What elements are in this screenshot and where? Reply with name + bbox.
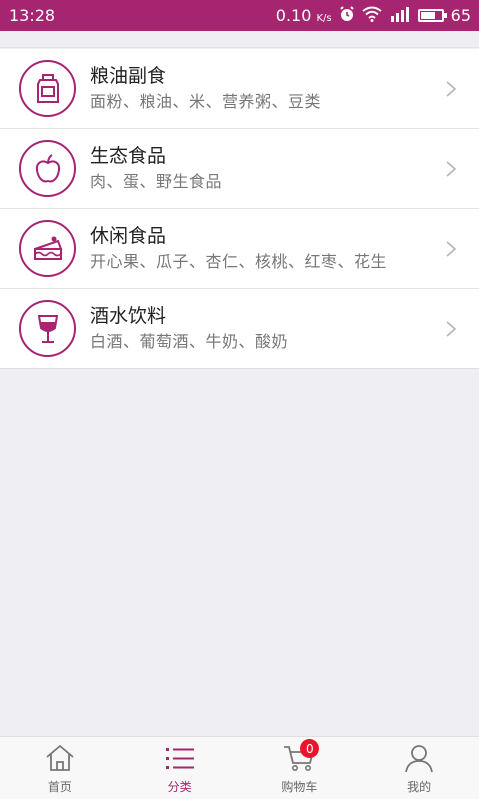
category-subtitle: 白酒、葡萄酒、牛奶、酸奶 — [90, 332, 289, 351]
status-time: 13:28 — [9, 6, 56, 25]
category-item-grain-oil[interactable]: 粮油副食 面粉、粮油、米、营养粥、豆类 — [0, 49, 479, 129]
category-subtitle: 肉、蛋、野生食品 — [90, 172, 223, 191]
nav-category[interactable]: 分类 — [120, 737, 240, 799]
list-icon — [163, 742, 197, 774]
cart-badge: 0 — [300, 739, 320, 758]
status-bar: 13:28 0.10 K/s 65 — [0, 0, 479, 31]
nav-label: 首页 — [47, 780, 72, 794]
battery-level: 65 — [450, 6, 471, 25]
chevron-right-icon — [446, 80, 457, 97]
category-title: 休闲食品 — [90, 225, 167, 247]
nav-label: 我的 — [407, 780, 432, 794]
nav-mine[interactable]: 我的 — [359, 737, 479, 799]
nav-label: 购物车 — [281, 780, 318, 794]
wine-glass-icon — [19, 300, 76, 357]
user-icon — [402, 742, 436, 774]
top-spacer — [0, 31, 479, 48]
apple-icon — [19, 140, 76, 197]
chevron-right-icon — [446, 160, 457, 177]
network-speed: 0.10 K/s — [275, 6, 332, 25]
wifi-icon — [362, 6, 382, 26]
bottom-nav: 首页 分类 0 购物车 我的 — [0, 736, 479, 799]
network-unit: K/s — [316, 13, 332, 24]
nav-home[interactable]: 首页 — [0, 737, 120, 799]
category-item-snacks[interactable]: 休闲食品 开心果、瓜子、杏仁、核桃、红枣、花生 — [0, 209, 479, 289]
category-subtitle: 面粉、粮油、米、营养粥、豆类 — [90, 92, 322, 111]
category-title: 生态食品 — [90, 145, 167, 167]
category-title: 粮油副食 — [90, 65, 167, 87]
category-title: 酒水饮料 — [90, 305, 167, 327]
cake-icon — [19, 220, 76, 277]
nav-label: 分类 — [167, 780, 192, 794]
category-item-beverages[interactable]: 酒水饮料 白酒、葡萄酒、牛奶、酸奶 — [0, 289, 479, 369]
chevron-right-icon — [446, 240, 457, 257]
oil-bottle-icon — [19, 60, 76, 117]
home-icon — [43, 742, 77, 774]
signal-icon — [389, 6, 411, 26]
battery-icon — [417, 9, 447, 22]
category-item-eco-food[interactable]: 生态食品 肉、蛋、野生食品 — [0, 129, 479, 209]
status-indicators: 0.10 K/s 65 — [275, 5, 471, 26]
category-list: 粮油副食 面粉、粮油、米、营养粥、豆类 生态食品 肉、蛋、野生食品 休闲食品 开… — [0, 49, 479, 369]
chevron-right-icon — [446, 320, 457, 337]
alarm-icon — [339, 5, 355, 26]
nav-cart[interactable]: 0 购物车 — [240, 737, 360, 799]
category-subtitle: 开心果、瓜子、杏仁、核桃、红枣、花生 — [90, 252, 388, 271]
